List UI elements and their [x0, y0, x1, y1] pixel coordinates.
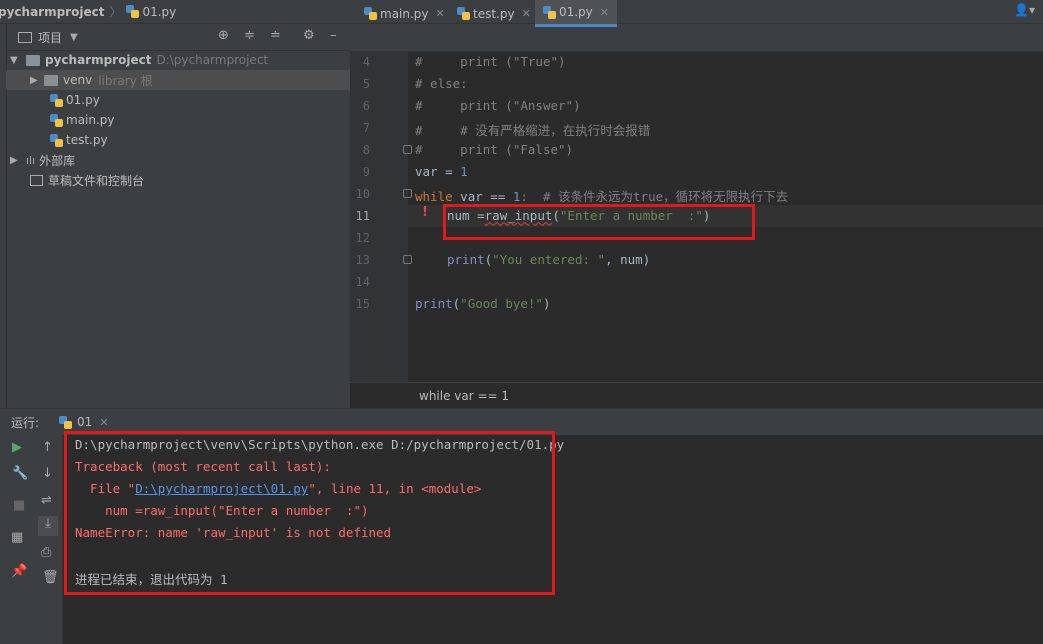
error-bulb-icon[interactable]: !: [422, 205, 428, 220]
breadcrumb-separator: 〉: [109, 5, 122, 19]
code-line: # print ("Answer"): [415, 98, 581, 113]
highlight-box-console: [64, 431, 555, 595]
close-icon[interactable]: ✕: [522, 7, 531, 20]
code-line: var = 1: [415, 164, 468, 179]
python-file-icon: [457, 7, 470, 20]
wrench-icon[interactable]: 🔧: [12, 466, 28, 481]
python-file-icon: [543, 5, 556, 19]
code-line: while var == 1: # 该条件永远为true，循环将无限执行下去: [415, 189, 789, 204]
code-line: # print ("False"): [415, 142, 574, 157]
code-line: print("You entered: ", num): [447, 252, 651, 267]
print-icon[interactable]: ⎙: [41, 545, 51, 560]
chevron-down-icon[interactable]: ▼: [10, 55, 22, 66]
layout-icon[interactable]: ▦: [11, 530, 23, 545]
highlight-box-code: [443, 204, 755, 240]
fold-marker-icon[interactable]: [403, 189, 412, 198]
line-number: 11: [355, 209, 370, 223]
line-number: 10: [355, 187, 370, 201]
collapse-all-icon[interactable]: ≐: [270, 28, 281, 43]
arrow-up-icon[interactable]: ↑: [42, 440, 53, 455]
tree-item-external-libraries[interactable]: ▶ ılı 外部库: [10, 150, 75, 170]
line-number: 14: [355, 275, 370, 289]
scroll-to-end-icon[interactable]: ⤓: [38, 516, 58, 536]
tree-item-label: test.py: [66, 133, 108, 147]
line-number: 4: [362, 55, 370, 69]
line-number: 8: [362, 143, 370, 157]
python-file-icon: [50, 133, 63, 147]
tree-item-note: library 根: [98, 73, 153, 88]
tree-item-file[interactable]: test.py: [50, 130, 108, 150]
breadcrumb-project[interactable]: pycharmproject: [0, 5, 104, 19]
chevron-down-icon[interactable]: ▼: [70, 32, 78, 43]
close-icon[interactable]: ✕: [600, 6, 609, 19]
line-number: 15: [355, 297, 370, 311]
run-tab-label[interactable]: 01: [77, 415, 92, 429]
locate-icon[interactable]: ⊕: [218, 28, 229, 43]
expand-all-icon[interactable]: ≑: [244, 28, 255, 43]
folder-icon: [26, 54, 40, 66]
line-number: 6: [362, 99, 370, 113]
arrow-down-icon[interactable]: ↓: [42, 466, 53, 481]
line-number: 13: [355, 253, 370, 267]
run-label: 运行:: [11, 415, 40, 430]
rerun-icon[interactable]: ▶: [12, 440, 22, 455]
python-file-icon: [126, 5, 140, 18]
code-line: # else:: [415, 76, 468, 91]
soft-wrap-icon[interactable]: ⇌: [41, 493, 52, 508]
tab-test-py[interactable]: test.py ✕: [449, 0, 539, 27]
chevron-right-icon[interactable]: ▶: [30, 75, 42, 86]
tree-item-file[interactable]: main.py: [50, 110, 115, 130]
code-line: print("Good bye!"): [415, 296, 551, 311]
code-line: # # 没有严格缩进，在执行时会报错: [415, 123, 651, 138]
line-number: 12: [355, 231, 370, 245]
tree-item-label: 草稿文件和控制台: [48, 173, 145, 188]
scratch-icon: [30, 174, 43, 186]
tree-item-label: 01.py: [66, 93, 100, 107]
user-icon[interactable]: 👤▾: [1014, 3, 1035, 17]
project-view-icon: [18, 31, 32, 43]
tree-item-label: main.py: [66, 113, 115, 127]
trash-icon[interactable]: 🗑: [42, 570, 59, 585]
tab-label: test.py: [473, 6, 515, 21]
tab-label: main.py: [380, 6, 429, 21]
editor-tabs: [350, 24, 1043, 52]
python-file-icon: [364, 7, 377, 20]
python-file-icon: [50, 113, 63, 127]
breadcrumb-file[interactable]: 01.py: [142, 5, 176, 19]
tree-item-root[interactable]: ▼ pycharmproject D:\pycharmproject: [10, 50, 268, 70]
breadcrumb-status: while var == 1: [350, 382, 1043, 409]
run-toolbar: [0, 435, 63, 644]
tree-item-label: 外部库: [39, 153, 76, 168]
pin-icon[interactable]: 📌: [11, 564, 27, 579]
line-number: 5: [362, 77, 370, 91]
tab-label: 01.py: [558, 5, 593, 19]
tab-main-py[interactable]: main.py ✕: [356, 0, 453, 27]
folder-icon: [44, 74, 58, 86]
project-panel-header: 项目 ▼: [6, 24, 350, 51]
python-file-icon: [59, 415, 73, 429]
hide-panel-icon[interactable]: –: [330, 28, 337, 43]
python-file-icon: [50, 93, 63, 107]
close-icon[interactable]: ✕: [99, 416, 108, 429]
scope-label[interactable]: while var == 1: [419, 389, 509, 403]
tree-item-file[interactable]: 01.py: [50, 90, 100, 110]
fold-marker-icon[interactable]: [403, 255, 412, 264]
library-icon: ılı: [26, 153, 36, 167]
stop-icon[interactable]: ■: [13, 498, 25, 513]
tree-item-venv[interactable]: ▶ venv library 根: [6, 70, 350, 90]
project-view-label[interactable]: 项目: [38, 29, 62, 46]
chevron-right-icon[interactable]: ▶: [10, 155, 22, 166]
tree-item-scratches[interactable]: 草稿文件和控制台: [30, 170, 144, 190]
tree-item-label: pycharmproject: [45, 53, 152, 67]
tab-01-py[interactable]: 01.py ✕: [535, 0, 617, 27]
code-line: # print ("True"): [415, 54, 566, 69]
gear-icon[interactable]: ⚙: [303, 28, 315, 43]
line-number: 9: [362, 165, 370, 179]
fold-marker-icon[interactable]: [403, 145, 412, 154]
close-icon[interactable]: ✕: [436, 7, 445, 20]
tree-item-label: venv: [63, 73, 93, 87]
tree-item-path: D:\pycharmproject: [156, 53, 269, 67]
line-number: 7: [362, 121, 370, 135]
